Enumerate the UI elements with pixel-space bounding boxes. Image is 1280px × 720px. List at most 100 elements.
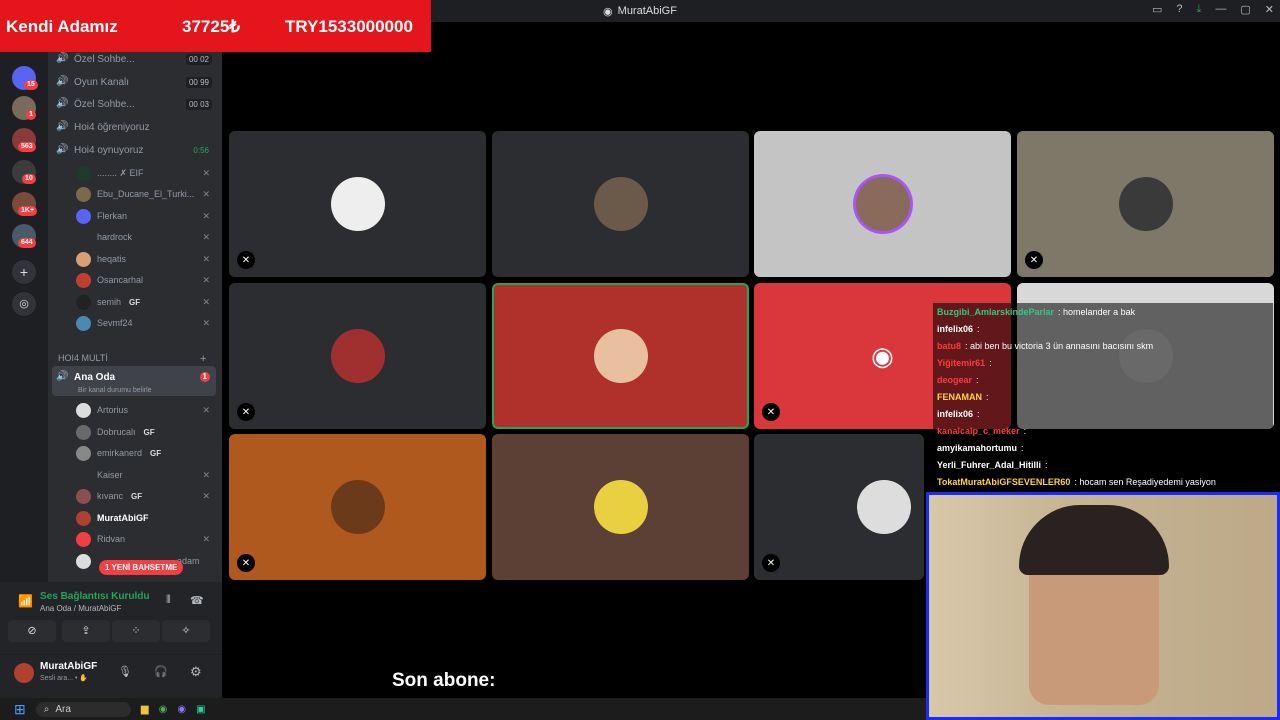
signal-icon[interactable]: 📶 (18, 594, 33, 608)
voice-member[interactable]: kıvanc GF ✕ (76, 486, 214, 506)
add-channel-icon[interactable]: + (200, 353, 206, 365)
windows-start-icon[interactable]: ⊞ (14, 701, 26, 718)
avatar[interactable] (14, 663, 34, 683)
chat-username: TokatMuratAbiGFSEVENLER60 (937, 476, 1071, 487)
channel-label: Hoi4 oynuyoruz (74, 144, 144, 156)
avatar (330, 480, 385, 534)
voice-member[interactable]: heqatis ✕ (76, 249, 214, 269)
download-icon[interactable]: ⤓ (1197, 3, 1202, 16)
chat-username: batu8 (937, 340, 962, 351)
voice-member[interactable]: Kaiser ✕ (76, 465, 214, 485)
member-name: hardrock (97, 232, 133, 242)
participant-tile[interactable] (492, 434, 749, 580)
soundboard-button[interactable]: ✧ (162, 620, 210, 642)
voice-member[interactable]: emirkanerd GF (76, 443, 214, 463)
avatar (76, 488, 91, 504)
discover-icon[interactable]: ◎ (12, 292, 36, 316)
participant-tile[interactable]: ✕ (229, 131, 486, 277)
participant-tile[interactable]: ✕ (1017, 131, 1274, 277)
voice-member[interactable]: Flerkan ✕ (76, 206, 214, 226)
server-icon[interactable]: 1K+ (12, 192, 38, 216)
mute-icon: ✕ (202, 253, 210, 264)
voice-member[interactable]: Ebu_Ducane_El_Turki... ✕ (76, 184, 214, 204)
chat-message: deogear: (933, 371, 1273, 388)
avatar (76, 315, 91, 331)
server-icon[interactable]: 563 (12, 128, 36, 152)
disconnect-icon[interactable]: ☎ (190, 594, 204, 607)
avatar (330, 329, 385, 383)
server-icon[interactable]: 10 (12, 160, 36, 184)
avatar (76, 165, 91, 181)
muted-icon: ✕ (762, 403, 780, 421)
screenshare-button[interactable]: ⇪ (62, 620, 110, 642)
server-icon[interactable]: 15 (12, 66, 38, 90)
member-name: Ridvan (97, 534, 126, 544)
participant-tile[interactable]: ✕ (229, 434, 486, 580)
server-badge: 1K+ (18, 206, 38, 216)
voice-member[interactable]: MuratAbiGF (76, 508, 214, 528)
voice-member[interactable]: Artorius ✕ (76, 400, 214, 420)
microphone-icon[interactable]: 🎙 (118, 665, 132, 678)
mute-icon: ✕ (202, 167, 210, 178)
server-badge: 1 (26, 110, 36, 120)
voice-channel[interactable]: 🔊 Özel Sohbe... 00 02 (56, 49, 216, 69)
help-icon[interactable]: ? (1176, 3, 1182, 16)
chat-username: FENAMAN (937, 391, 982, 402)
noise-suppression-icon[interactable]: ⦀ (166, 594, 171, 607)
chat-text: : abi ben bu victoria 3 ün annasını bacı… (965, 340, 1154, 351)
camera-button[interactable]: ⊘ (8, 620, 56, 642)
voice-channel-path[interactable]: Ana Oda / MuratAbiGF (40, 604, 121, 613)
minimize-button[interactable]: — (1215, 3, 1226, 16)
mute-icon: ✕ (202, 469, 210, 480)
taskbar-search[interactable]: ⌕ Ara (35, 701, 131, 717)
voice-status[interactable]: Ses Bağlantısı Kuruldu (40, 591, 149, 602)
active-channel-row[interactable]: 🔊 Ana Oda 1 (56, 367, 216, 387)
server-icon[interactable]: 1 (12, 96, 36, 120)
participant-tile[interactable]: ✕ (229, 283, 486, 429)
voice-channel[interactable]: 🔊 Hoi4 öğreniyoruz (56, 117, 216, 137)
file-explorer-icon[interactable]: ▆ (141, 704, 149, 715)
app-icon[interactable]: ▣ (196, 704, 205, 715)
voice-channel[interactable]: 🔊 Oyun Kanalı 00 99 (56, 72, 216, 92)
chrome-icon[interactable]: ◉ (159, 704, 168, 715)
settings-gear-icon[interactable]: ⚙ (190, 664, 202, 680)
channel-timer: 0:56 (193, 145, 209, 155)
headphones-icon[interactable]: 🎧 (154, 665, 168, 678)
member-name: Sevmf24 (97, 318, 133, 328)
voice-member[interactable]: Ridvan ✕ (76, 529, 214, 549)
user-name[interactable]: MuratAbiGF (40, 661, 97, 672)
voice-member[interactable]: hardrock ✕ (76, 227, 214, 247)
chat-text: : (989, 357, 992, 368)
member-name: semih (97, 297, 122, 307)
participant-tile[interactable] (754, 131, 1011, 277)
voice-channel[interactable]: 🔊 Hoi4 oynuyoruz 0:56 (56, 140, 216, 160)
maximize-button[interactable]: ▢ (1240, 3, 1250, 16)
voice-member[interactable]: Sevmf24 ✕ (76, 313, 214, 333)
avatar (76, 251, 91, 267)
chat-message: FENAMAN: (933, 388, 1273, 405)
participant-tile-speaking[interactable] (492, 283, 749, 429)
member-name: emirkanerd (97, 448, 143, 458)
activities-button[interactable]: ⁘ (112, 620, 160, 642)
discord-taskbar-icon[interactable]: ◉ (177, 704, 186, 715)
voice-member[interactable]: semih GF ✕ (76, 292, 214, 312)
muted-icon: ✕ (1025, 251, 1043, 269)
inbox-icon[interactable]: ▭ (1152, 3, 1162, 16)
channel-count: 00 99 (185, 76, 212, 88)
participant-tile[interactable]: ✕ (754, 434, 924, 580)
add-server-icon[interactable]: + (12, 260, 36, 284)
close-button[interactable]: ✕ (1265, 3, 1274, 16)
participant-tile[interactable] (492, 131, 749, 277)
channel-count: 00 02 (185, 53, 212, 65)
voice-member[interactable]: Dobrucalı GF (76, 422, 214, 442)
voice-member[interactable]: Osancarhal ✕ (76, 270, 214, 290)
server-icon[interactable]: 644 (12, 224, 36, 248)
new-mention-pill[interactable]: 1 YENİ BAHSETME (99, 560, 184, 575)
mute-icon: ✕ (202, 533, 210, 544)
search-icon: ⌕ (43, 703, 50, 715)
category-header[interactable]: HOI4 MULTİ (58, 353, 108, 363)
channel-status[interactable]: Bir kanal durumu belirle (78, 387, 152, 394)
voice-member[interactable]: ........ ✗ EIF ✕ (76, 163, 214, 183)
member-name: Dobrucalı (97, 427, 136, 437)
voice-channel[interactable]: 🔊 Özel Sohbe... 00 03 (56, 94, 216, 114)
